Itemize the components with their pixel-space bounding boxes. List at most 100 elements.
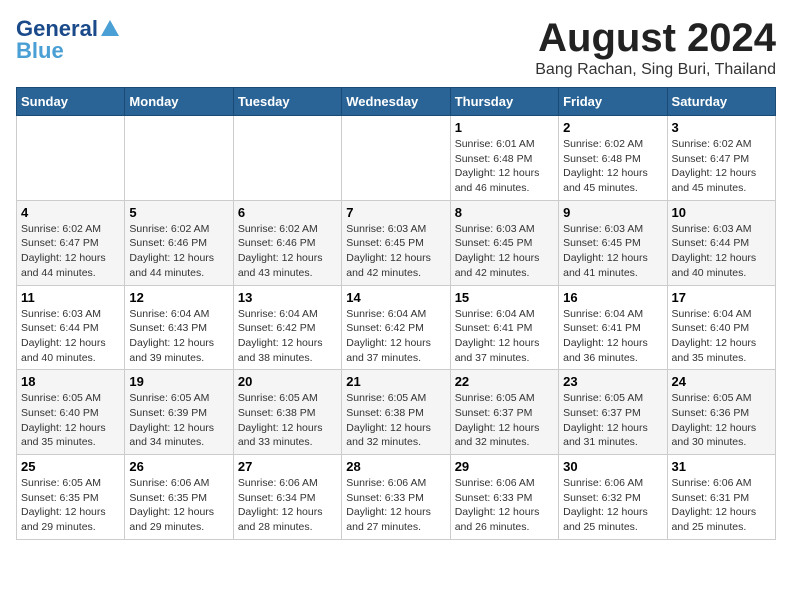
day-info: Sunrise: 6:05 AM Sunset: 6:35 PM Dayligh… (21, 476, 120, 535)
day-info: Sunrise: 6:02 AM Sunset: 6:47 PM Dayligh… (21, 222, 120, 281)
day-info: Sunrise: 6:05 AM Sunset: 6:36 PM Dayligh… (672, 391, 771, 450)
day-info: Sunrise: 6:03 AM Sunset: 6:44 PM Dayligh… (21, 307, 120, 366)
day-info: Sunrise: 6:05 AM Sunset: 6:39 PM Dayligh… (129, 391, 228, 450)
page-header: General Blue August 2024 Bang Rachan, Si… (16, 16, 776, 79)
calendar-cell: 6 Sunrise: 6:02 AM Sunset: 6:46 PM Daylig… (233, 200, 341, 285)
calendar-cell: 13 Sunrise: 6:04 AM Sunset: 6:42 PM Dayli… (233, 285, 341, 370)
day-info: Sunrise: 6:02 AM Sunset: 6:48 PM Dayligh… (563, 137, 662, 196)
calendar-cell: 26 Sunrise: 6:06 AM Sunset: 6:35 PM Dayli… (125, 455, 233, 540)
calendar-cell: 31 Sunrise: 6:06 AM Sunset: 6:31 PM Dayli… (667, 455, 775, 540)
day-info: Sunrise: 6:03 AM Sunset: 6:44 PM Dayligh… (672, 222, 771, 281)
day-info: Sunrise: 6:04 AM Sunset: 6:42 PM Dayligh… (238, 307, 337, 366)
day-number: 29 (455, 459, 554, 474)
calendar-cell: 12 Sunrise: 6:04 AM Sunset: 6:43 PM Dayli… (125, 285, 233, 370)
calendar-cell: 14Sunrise: 6:04 AM Sunset: 6:42 PM Dayli… (342, 285, 450, 370)
day-number: 2 (563, 120, 662, 135)
week-row-4: 18 Sunrise: 6:05 AM Sunset: 6:40 PM Dayli… (17, 370, 776, 455)
day-info: Sunrise: 6:04 AM Sunset: 6:40 PM Dayligh… (672, 307, 771, 366)
calendar-cell (233, 116, 341, 201)
day-info: Sunrise: 6:05 AM Sunset: 6:37 PM Dayligh… (563, 391, 662, 450)
calendar-cell: 5Sunrise: 6:02 AM Sunset: 6:46 PM Daylig… (125, 200, 233, 285)
calendar-cell: 18 Sunrise: 6:05 AM Sunset: 6:40 PM Dayli… (17, 370, 125, 455)
month-title: August 2024 (535, 16, 776, 61)
day-info: Sunrise: 6:05 AM Sunset: 6:38 PM Dayligh… (238, 391, 337, 450)
title-section: August 2024 Bang Rachan, Sing Buri, Thai… (535, 16, 776, 79)
day-info: Sunrise: 6:01 AM Sunset: 6:48 PM Dayligh… (455, 137, 554, 196)
day-info: Sunrise: 6:05 AM Sunset: 6:37 PM Dayligh… (455, 391, 554, 450)
day-number: 19 (129, 374, 228, 389)
day-info: Sunrise: 6:03 AM Sunset: 6:45 PM Dayligh… (563, 222, 662, 281)
day-info: Sunrise: 6:06 AM Sunset: 6:35 PM Dayligh… (129, 476, 228, 535)
day-info: Sunrise: 6:06 AM Sunset: 6:33 PM Dayligh… (455, 476, 554, 535)
week-row-5: 25 Sunrise: 6:05 AM Sunset: 6:35 PM Dayli… (17, 455, 776, 540)
day-info: Sunrise: 6:04 AM Sunset: 6:41 PM Dayligh… (563, 307, 662, 366)
calendar-cell: 3 Sunrise: 6:02 AM Sunset: 6:47 PM Daylig… (667, 116, 775, 201)
calendar-cell (125, 116, 233, 201)
day-number: 3 (672, 120, 771, 135)
calendar-cell: 8Sunrise: 6:03 AM Sunset: 6:45 PM Daylig… (450, 200, 558, 285)
day-number: 15 (455, 290, 554, 305)
day-number: 4 (21, 205, 120, 220)
day-number: 10 (672, 205, 771, 220)
day-number: 9 (563, 205, 662, 220)
day-info: Sunrise: 6:06 AM Sunset: 6:33 PM Dayligh… (346, 476, 445, 535)
day-info: Sunrise: 6:06 AM Sunset: 6:32 PM Dayligh… (563, 476, 662, 535)
calendar-table: SundayMondayTuesdayWednesdayThursdayFrid… (16, 87, 776, 540)
day-number: 12 (129, 290, 228, 305)
calendar-cell: 24 Sunrise: 6:05 AM Sunset: 6:36 PM Dayli… (667, 370, 775, 455)
day-info: Sunrise: 6:02 AM Sunset: 6:46 PM Dayligh… (238, 222, 337, 281)
calendar-cell: 7 Sunrise: 6:03 AM Sunset: 6:45 PM Daylig… (342, 200, 450, 285)
day-number: 24 (672, 374, 771, 389)
calendar-cell: 20 Sunrise: 6:05 AM Sunset: 6:38 PM Dayli… (233, 370, 341, 455)
day-number: 13 (238, 290, 337, 305)
calendar-cell: 16 Sunrise: 6:04 AM Sunset: 6:41 PM Dayli… (559, 285, 667, 370)
calendar-cell: 9 Sunrise: 6:03 AM Sunset: 6:45 PM Daylig… (559, 200, 667, 285)
day-number: 22 (455, 374, 554, 389)
day-number: 27 (238, 459, 337, 474)
day-info: Sunrise: 6:06 AM Sunset: 6:31 PM Dayligh… (672, 476, 771, 535)
calendar-cell: 29 Sunrise: 6:06 AM Sunset: 6:33 PM Dayli… (450, 455, 558, 540)
calendar-cell (342, 116, 450, 201)
calendar-cell: 4 Sunrise: 6:02 AM Sunset: 6:47 PM Daylig… (17, 200, 125, 285)
day-number: 7 (346, 205, 445, 220)
day-info: Sunrise: 6:02 AM Sunset: 6:46 PM Dayligh… (129, 222, 228, 281)
day-number: 20 (238, 374, 337, 389)
column-header-friday: Friday (559, 88, 667, 116)
column-header-sunday: Sunday (17, 88, 125, 116)
day-number: 26 (129, 459, 228, 474)
logo-icon (99, 18, 121, 40)
day-number: 1 (455, 120, 554, 135)
day-info: Sunrise: 6:02 AM Sunset: 6:47 PM Dayligh… (672, 137, 771, 196)
day-number: 18 (21, 374, 120, 389)
calendar-cell: 22 Sunrise: 6:05 AM Sunset: 6:37 PM Dayli… (450, 370, 558, 455)
day-number: 11 (21, 290, 120, 305)
column-header-monday: Monday (125, 88, 233, 116)
week-row-2: 4 Sunrise: 6:02 AM Sunset: 6:47 PM Daylig… (17, 200, 776, 285)
calendar-cell: 15Sunrise: 6:04 AM Sunset: 6:41 PM Dayli… (450, 285, 558, 370)
day-number: 8 (455, 205, 554, 220)
day-number: 17 (672, 290, 771, 305)
day-number: 31 (672, 459, 771, 474)
calendar-cell: 21Sunrise: 6:05 AM Sunset: 6:38 PM Dayli… (342, 370, 450, 455)
day-number: 16 (563, 290, 662, 305)
calendar-cell: 10 Sunrise: 6:03 AM Sunset: 6:44 PM Dayli… (667, 200, 775, 285)
column-header-thursday: Thursday (450, 88, 558, 116)
day-number: 28 (346, 459, 445, 474)
calendar-cell: 17 Sunrise: 6:04 AM Sunset: 6:40 PM Dayli… (667, 285, 775, 370)
day-number: 25 (21, 459, 120, 474)
day-info: Sunrise: 6:05 AM Sunset: 6:40 PM Dayligh… (21, 391, 120, 450)
day-number: 23 (563, 374, 662, 389)
calendar-cell: 30Sunrise: 6:06 AM Sunset: 6:32 PM Dayli… (559, 455, 667, 540)
logo-blue: Blue (16, 38, 64, 64)
calendar-cell: 27Sunrise: 6:06 AM Sunset: 6:34 PM Dayli… (233, 455, 341, 540)
calendar-cell: 23 Sunrise: 6:05 AM Sunset: 6:37 PM Dayli… (559, 370, 667, 455)
week-row-3: 11 Sunrise: 6:03 AM Sunset: 6:44 PM Dayli… (17, 285, 776, 370)
day-number: 6 (238, 205, 337, 220)
column-header-tuesday: Tuesday (233, 88, 341, 116)
calendar-cell: 11 Sunrise: 6:03 AM Sunset: 6:44 PM Dayli… (17, 285, 125, 370)
calendar-cell: 19 Sunrise: 6:05 AM Sunset: 6:39 PM Dayli… (125, 370, 233, 455)
day-number: 14 (346, 290, 445, 305)
day-info: Sunrise: 6:04 AM Sunset: 6:43 PM Dayligh… (129, 307, 228, 366)
day-info: Sunrise: 6:03 AM Sunset: 6:45 PM Dayligh… (346, 222, 445, 281)
day-number: 21 (346, 374, 445, 389)
